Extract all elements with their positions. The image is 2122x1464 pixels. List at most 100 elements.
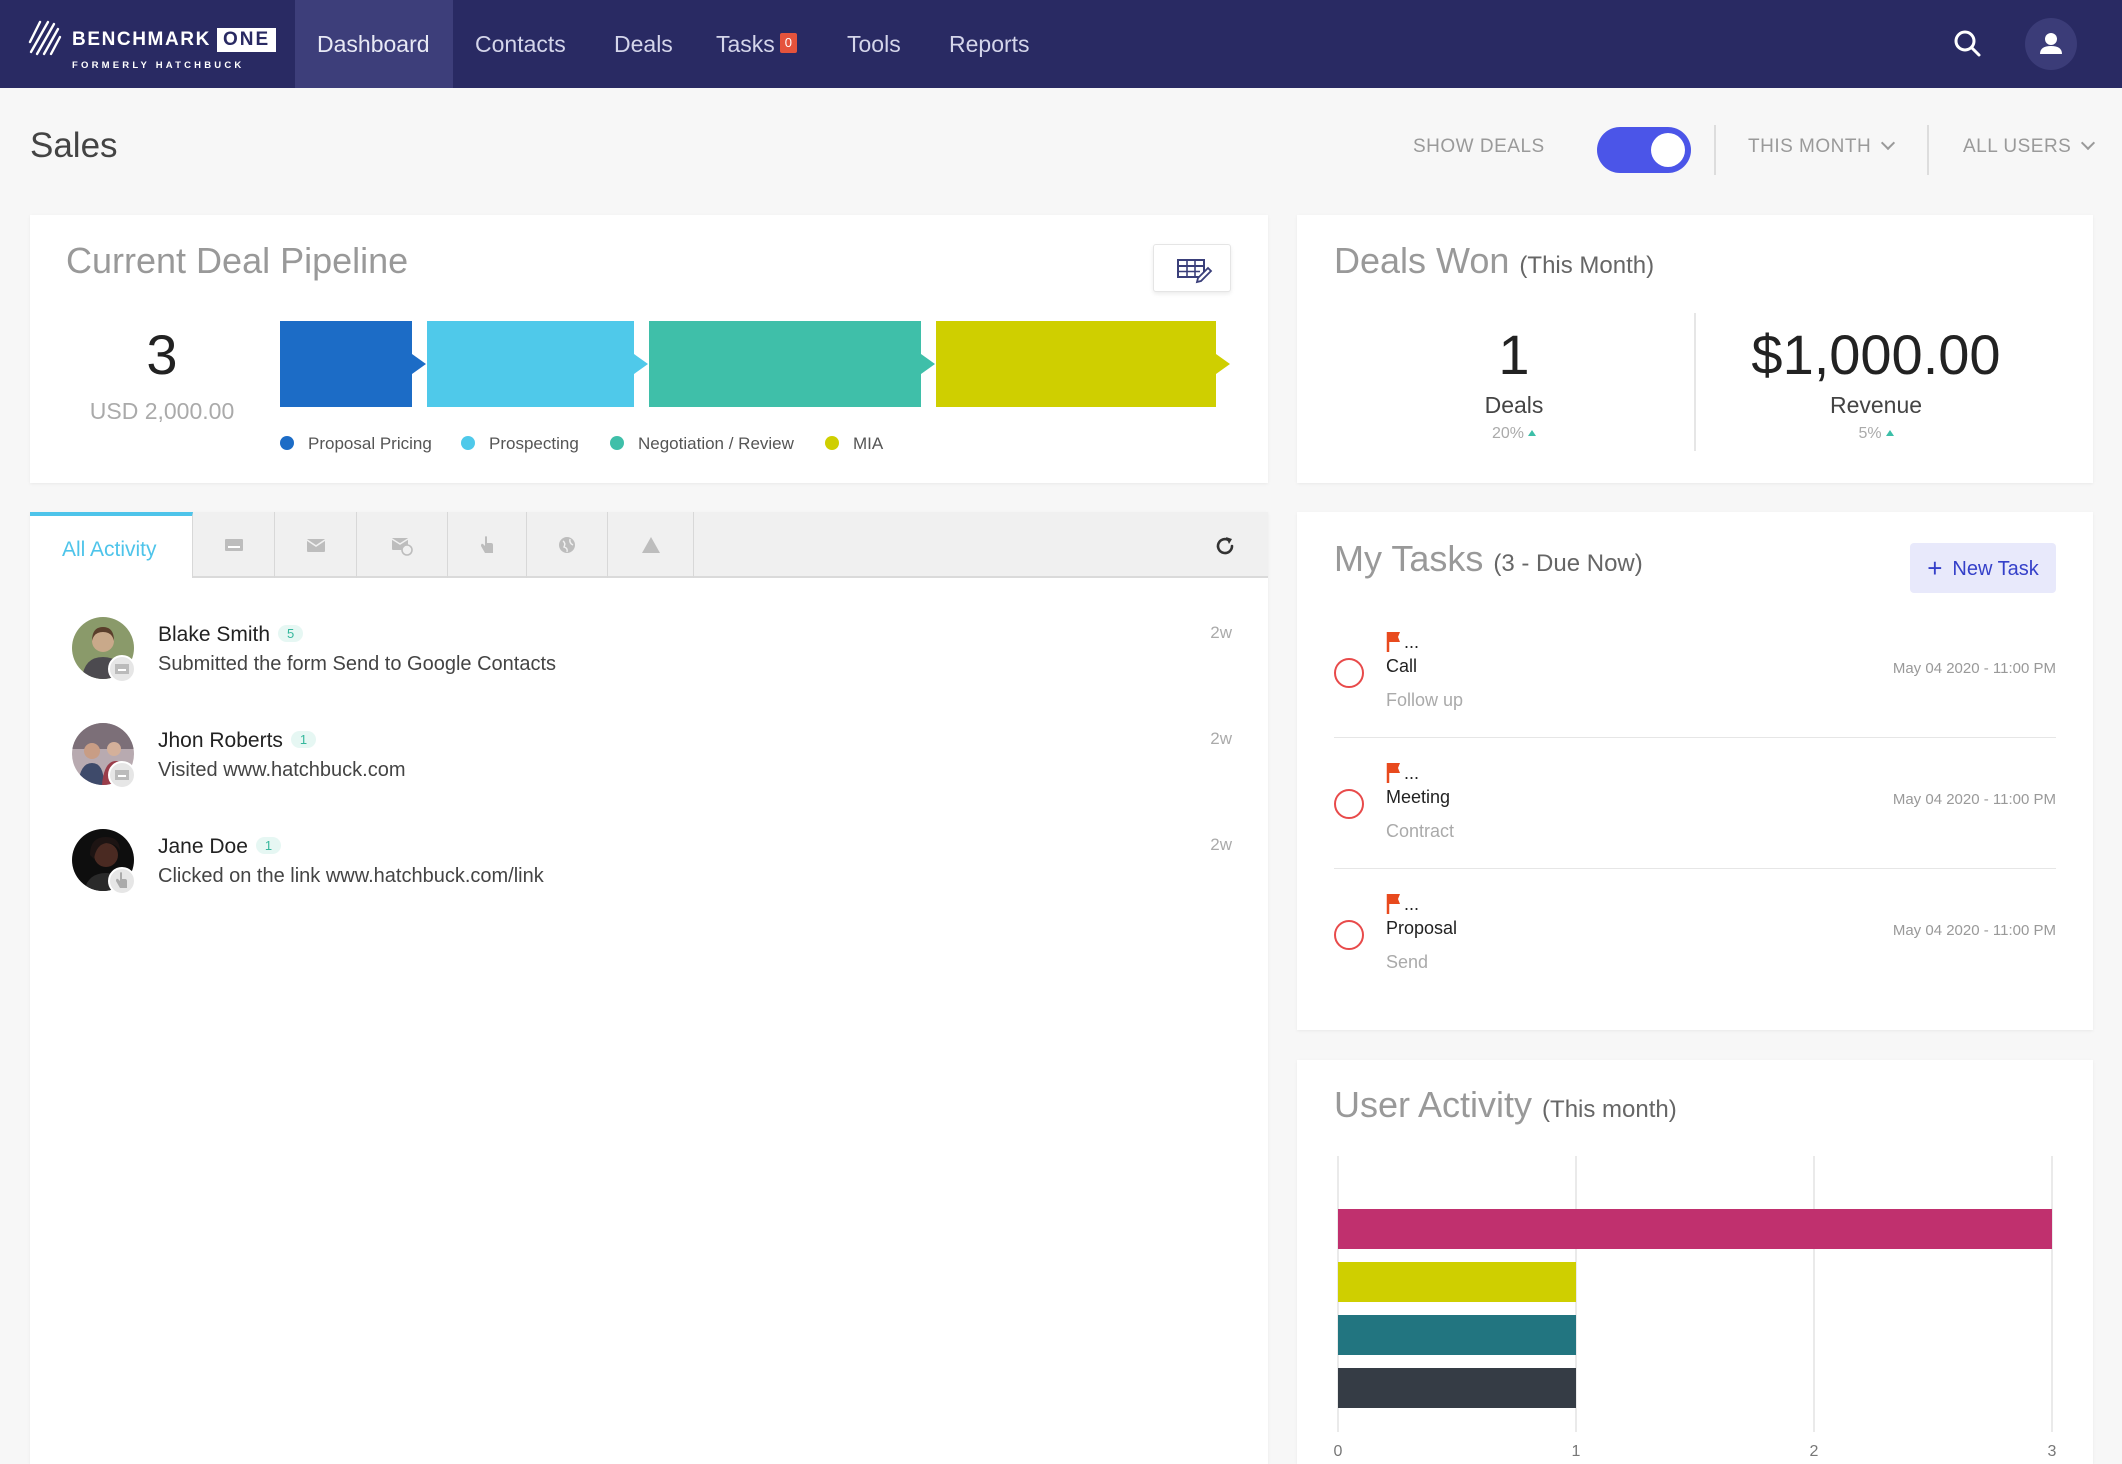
show-deals-label: SHOW DEALS [1413, 136, 1545, 157]
legend-mia: MIA [825, 434, 883, 454]
user-activity-title: User Activity (This month) [1334, 1084, 1677, 1125]
activity-count-badge: 5 [278, 625, 304, 642]
form-icon [108, 761, 136, 789]
nav-contacts[interactable]: Contacts [453, 0, 588, 88]
search-icon [1954, 30, 1981, 57]
activity-time: 2w [1210, 729, 1232, 748]
task-due-date: May 04 2020 - 11:00 PM [1892, 660, 2056, 677]
globe-icon [559, 537, 575, 553]
task-type[interactable]: Proposal [1386, 918, 1457, 939]
task-item: ... Meeting Contract May 04 2020 - 11:00… [1334, 761, 2056, 891]
plus-icon: + [1927, 553, 1943, 583]
chevron-down-icon [2081, 135, 2096, 151]
task-due-date: May 04 2020 - 11:00 PM [1892, 922, 2056, 939]
x-tick-label: 2 [1810, 1443, 1819, 1460]
email-icon [306, 539, 326, 552]
show-deals-toggle[interactable] [1597, 127, 1691, 173]
activity-item[interactable]: Jane Doe 1 Clicked on the link www.hatchb… [72, 829, 1232, 909]
contact-name[interactable]: Jane Doe 1 [158, 835, 282, 859]
deals-label: Deals [1484, 392, 1544, 418]
tab-email-opens[interactable] [357, 512, 448, 578]
refresh-icon[interactable] [1212, 533, 1238, 559]
tasks-title: My Tasks (3 - Due Now) [1334, 538, 1643, 579]
task-type[interactable]: Call [1386, 656, 1417, 677]
revenue-label: Revenue [1829, 392, 1923, 418]
user-activity-bar[interactable] [1338, 1368, 1576, 1408]
stage-proposal-pricing[interactable] [280, 321, 426, 407]
tab-alerts[interactable] [608, 512, 694, 578]
contact-name[interactable]: Blake Smith 5 [158, 623, 304, 647]
trend-up-icon [1528, 430, 1537, 436]
email-opened-icon [391, 538, 413, 556]
deals-won-count: 1 [1498, 323, 1530, 386]
toggle-knob [1651, 133, 1685, 167]
edit-pipeline-button[interactable] [1153, 244, 1231, 292]
new-task-button[interactable]: + New Task [1910, 543, 2056, 593]
activity-item[interactable]: Jhon Roberts 1 Visited www.hatchbuck.com … [72, 723, 1232, 803]
nav-dashboard[interactable]: Dashboard [295, 0, 453, 88]
task-divider [1334, 737, 2056, 738]
activity-time: 2w [1210, 835, 1232, 854]
deals-change: 20% [1414, 425, 1614, 443]
header-divider [1927, 125, 1929, 175]
task-type[interactable]: Meeting [1386, 787, 1450, 808]
task-item: ... Call Follow up May 04 2020 - 11:00 P… [1334, 630, 2056, 760]
x-tick-label: 3 [2048, 1443, 2057, 1460]
revenue-change: 5% [1696, 425, 2056, 443]
user-activity-bar[interactable] [1338, 1262, 1576, 1302]
user-activity-bar[interactable] [1338, 1209, 2052, 1249]
user-activity-bar[interactable] [1338, 1315, 1576, 1355]
legend-negotiation-review: Negotiation / Review [610, 434, 794, 454]
stage-negotiation-review[interactable] [649, 321, 935, 407]
users-dropdown[interactable]: ALL USERS [1963, 135, 2096, 158]
click-icon [108, 867, 136, 895]
task-complete-checkbox[interactable] [1334, 789, 1364, 819]
form-icon [108, 655, 136, 683]
form-icon [225, 539, 243, 551]
benchmark-one-logo[interactable]: BENCHMARK ONE FORMERLY HATCHBUCK [28, 14, 288, 74]
activity-description: Submitted the form Send to Google Contac… [158, 653, 556, 675]
legend-prospecting: Prospecting [461, 434, 579, 454]
x-tick-label: 0 [1334, 1443, 1343, 1460]
priority-flag-icon: ... [1386, 761, 1420, 785]
pipeline-stages-bar [280, 321, 1230, 407]
task-complete-checkbox[interactable] [1334, 658, 1364, 688]
task-due-date: May 04 2020 - 11:00 PM [1892, 791, 2056, 808]
user-activity-subtitle: (This month) [1542, 1096, 1677, 1123]
tab-all-activity[interactable]: All Activity [30, 512, 193, 578]
task-item: ... Proposal Send May 04 2020 - 11:00 PM [1334, 892, 2056, 1022]
task-complete-checkbox[interactable] [1334, 920, 1364, 950]
user-activity-chart: 0 1 2 3 [1334, 1156, 2057, 1460]
tasks-count-badge: 0 [779, 33, 798, 53]
pipeline-amount: USD 2,000.00 [89, 398, 235, 424]
stage-mia[interactable] [936, 321, 1230, 407]
user-menu-button[interactable] [2025, 18, 2077, 70]
nav-tasks[interactable]: Tasks 0 [694, 0, 819, 88]
contact-name[interactable]: Jhon Roberts 1 [158, 729, 317, 753]
activity-time: 2w [1210, 623, 1232, 642]
activity-item[interactable]: Blake Smith 5 Submitted the form Send to … [72, 617, 1232, 697]
top-navigation-bar: BENCHMARK ONE FORMERLY HATCHBUCK Dashboar… [0, 0, 2122, 88]
activity-count-badge: 1 [255, 837, 282, 854]
pipeline-title: Current Deal Pipeline [66, 240, 409, 281]
search-button[interactable] [1950, 26, 1986, 62]
logo-subtitle: FORMERLY HATCHBUCK [72, 60, 245, 71]
tab-emails[interactable] [275, 512, 357, 578]
tab-web-visits[interactable] [527, 512, 608, 578]
revenue-value: $1,000.00 [1751, 323, 2001, 386]
nav-reports[interactable]: Reports [927, 0, 1052, 88]
click-icon [481, 536, 493, 553]
nav-deals[interactable]: Deals [592, 0, 695, 88]
user-icon [2040, 33, 2062, 54]
stage-prospecting[interactable] [427, 321, 648, 407]
tab-clicks[interactable] [448, 512, 527, 578]
nav-tools[interactable]: Tools [825, 0, 923, 88]
tab-forms[interactable] [193, 512, 275, 578]
deals-won-title: Deals Won (This Month) [1334, 240, 1655, 281]
logo-mark-icon [28, 20, 62, 56]
period-dropdown[interactable]: THIS MONTH [1748, 135, 1896, 158]
activity-tabs: All Activity [30, 512, 1268, 578]
page-title: Sales [30, 126, 118, 165]
x-tick-label: 1 [1572, 1443, 1581, 1460]
task-divider [1334, 868, 2056, 869]
